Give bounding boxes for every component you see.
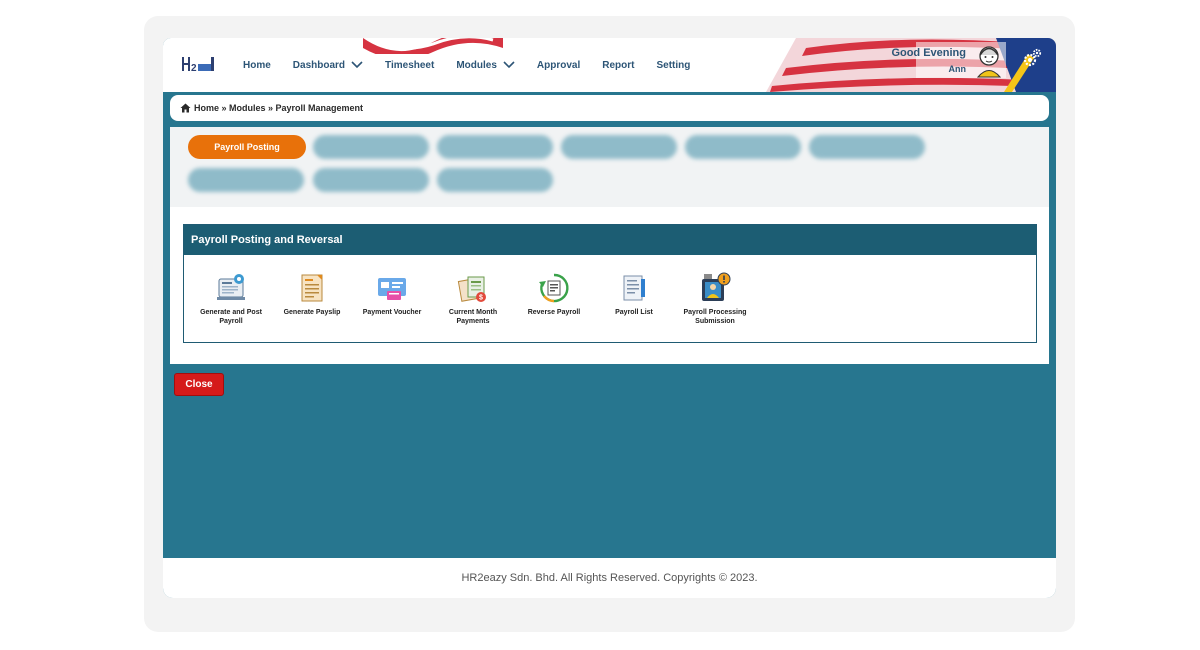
module-grid: Generate and Post Payroll Generate Paysl… — [184, 255, 1036, 343]
nav-dashboard-label: Dashboard — [292, 59, 346, 71]
tab-blurred[interactable] — [313, 135, 429, 159]
current-month-payments-icon: $ — [457, 276, 486, 302]
payroll-list-icon — [623, 275, 645, 301]
tab-blurred[interactable] — [437, 135, 553, 159]
gear-icon[interactable] — [1022, 48, 1042, 68]
module-current-month-payments[interactable]: $ Current Month Payments — [433, 271, 513, 326]
tab-payroll-posting[interactable]: Payroll Posting — [188, 135, 306, 159]
reverse-payroll-icon — [539, 273, 569, 303]
nav-modules-label: Modules — [456, 59, 497, 71]
chevron-down-icon — [503, 61, 515, 69]
hr2eazy-logo-icon: 2 — [182, 57, 214, 74]
module-payment-voucher[interactable]: Payment Voucher — [352, 271, 432, 317]
module-label: Payroll List — [615, 309, 653, 316]
module-tabs: Payroll Posting — [170, 127, 1049, 207]
generate-post-payroll-icon — [217, 274, 245, 300]
breadcrumb-text[interactable]: Home » Modules » Payroll Management — [194, 103, 363, 113]
tab-blurred[interactable] — [809, 135, 925, 159]
module-label: Generate and Post Payroll — [200, 309, 262, 325]
user-name: Ann — [948, 64, 967, 74]
module-label: Current Month Payments — [448, 309, 498, 325]
footer-copyright: HR2eazy Sdn. Bhd. All Rights Reserved. C… — [163, 558, 1056, 598]
tab-blurred[interactable] — [188, 168, 304, 192]
nav-setting-label: Setting — [656, 59, 691, 71]
nav-timesheet[interactable]: Timesheet — [385, 60, 434, 71]
tab-blurred[interactable] — [437, 168, 553, 192]
module-reverse-payroll[interactable]: Reverse Payroll — [514, 271, 594, 317]
svg-text:2: 2 — [191, 63, 197, 74]
main-content: Payroll Posting Payroll Posting and Reve… — [170, 127, 1049, 364]
greeting-text: Good Evening — [891, 47, 966, 59]
nav-approval[interactable]: Approval — [537, 60, 580, 71]
module-payroll-list[interactable]: Payroll List — [594, 271, 674, 317]
module-payroll-processing-submission[interactable]: Payroll Processing Submission — [675, 271, 755, 326]
nav-dashboard[interactable]: Dashboard — [293, 60, 363, 71]
app-window: 2 Home Dashboard Timesheet Modules Appro… — [163, 38, 1056, 598]
module-label: Reverse Payroll — [527, 309, 581, 316]
nav-home-label: Home — [243, 59, 271, 71]
breadcrumb: Home » Modules » Payroll Management — [170, 95, 1049, 121]
nav-modules[interactable]: Modules — [456, 60, 515, 71]
tab-blurred[interactable] — [685, 135, 801, 159]
tab-blurred[interactable] — [561, 135, 677, 159]
nav-approval-label: Approval — [536, 59, 581, 71]
payslip-icon — [301, 274, 323, 302]
tab-blurred[interactable] — [313, 168, 429, 192]
module-label: Payment Voucher — [362, 309, 422, 316]
nav-setting[interactable]: Setting — [656, 60, 690, 71]
nav-home[interactable]: Home — [243, 60, 271, 71]
payroll-processing-submission-icon — [702, 272, 731, 301]
nav-report[interactable]: Report — [602, 60, 634, 71]
avatar-icon[interactable] — [974, 44, 1004, 78]
close-button[interactable]: Close — [174, 373, 224, 396]
nav-timesheet-label: Timesheet — [385, 59, 435, 71]
section-title: Payroll Posting and Reversal — [184, 225, 1036, 255]
tab-payroll-posting-label: Payroll Posting — [214, 142, 280, 152]
main-nav: Home Dashboard Timesheet Modules Approva… — [243, 38, 712, 92]
module-generate-payslip[interactable]: Generate Payslip — [272, 271, 352, 317]
chevron-down-icon — [351, 61, 363, 69]
module-label: Payroll Processing Submission — [683, 309, 747, 325]
top-navbar: 2 Home Dashboard Timesheet Modules Appro… — [163, 38, 1056, 92]
payment-voucher-icon — [378, 278, 406, 300]
svg-text:$: $ — [479, 295, 483, 302]
module-generate-post-payroll[interactable]: Generate and Post Payroll — [191, 271, 271, 326]
home-icon[interactable] — [180, 103, 191, 113]
module-label: Generate Payslip — [283, 309, 341, 316]
payroll-posting-section: Payroll Posting and Reversal Generate an… — [183, 224, 1037, 343]
nav-report-label: Report — [602, 59, 635, 71]
